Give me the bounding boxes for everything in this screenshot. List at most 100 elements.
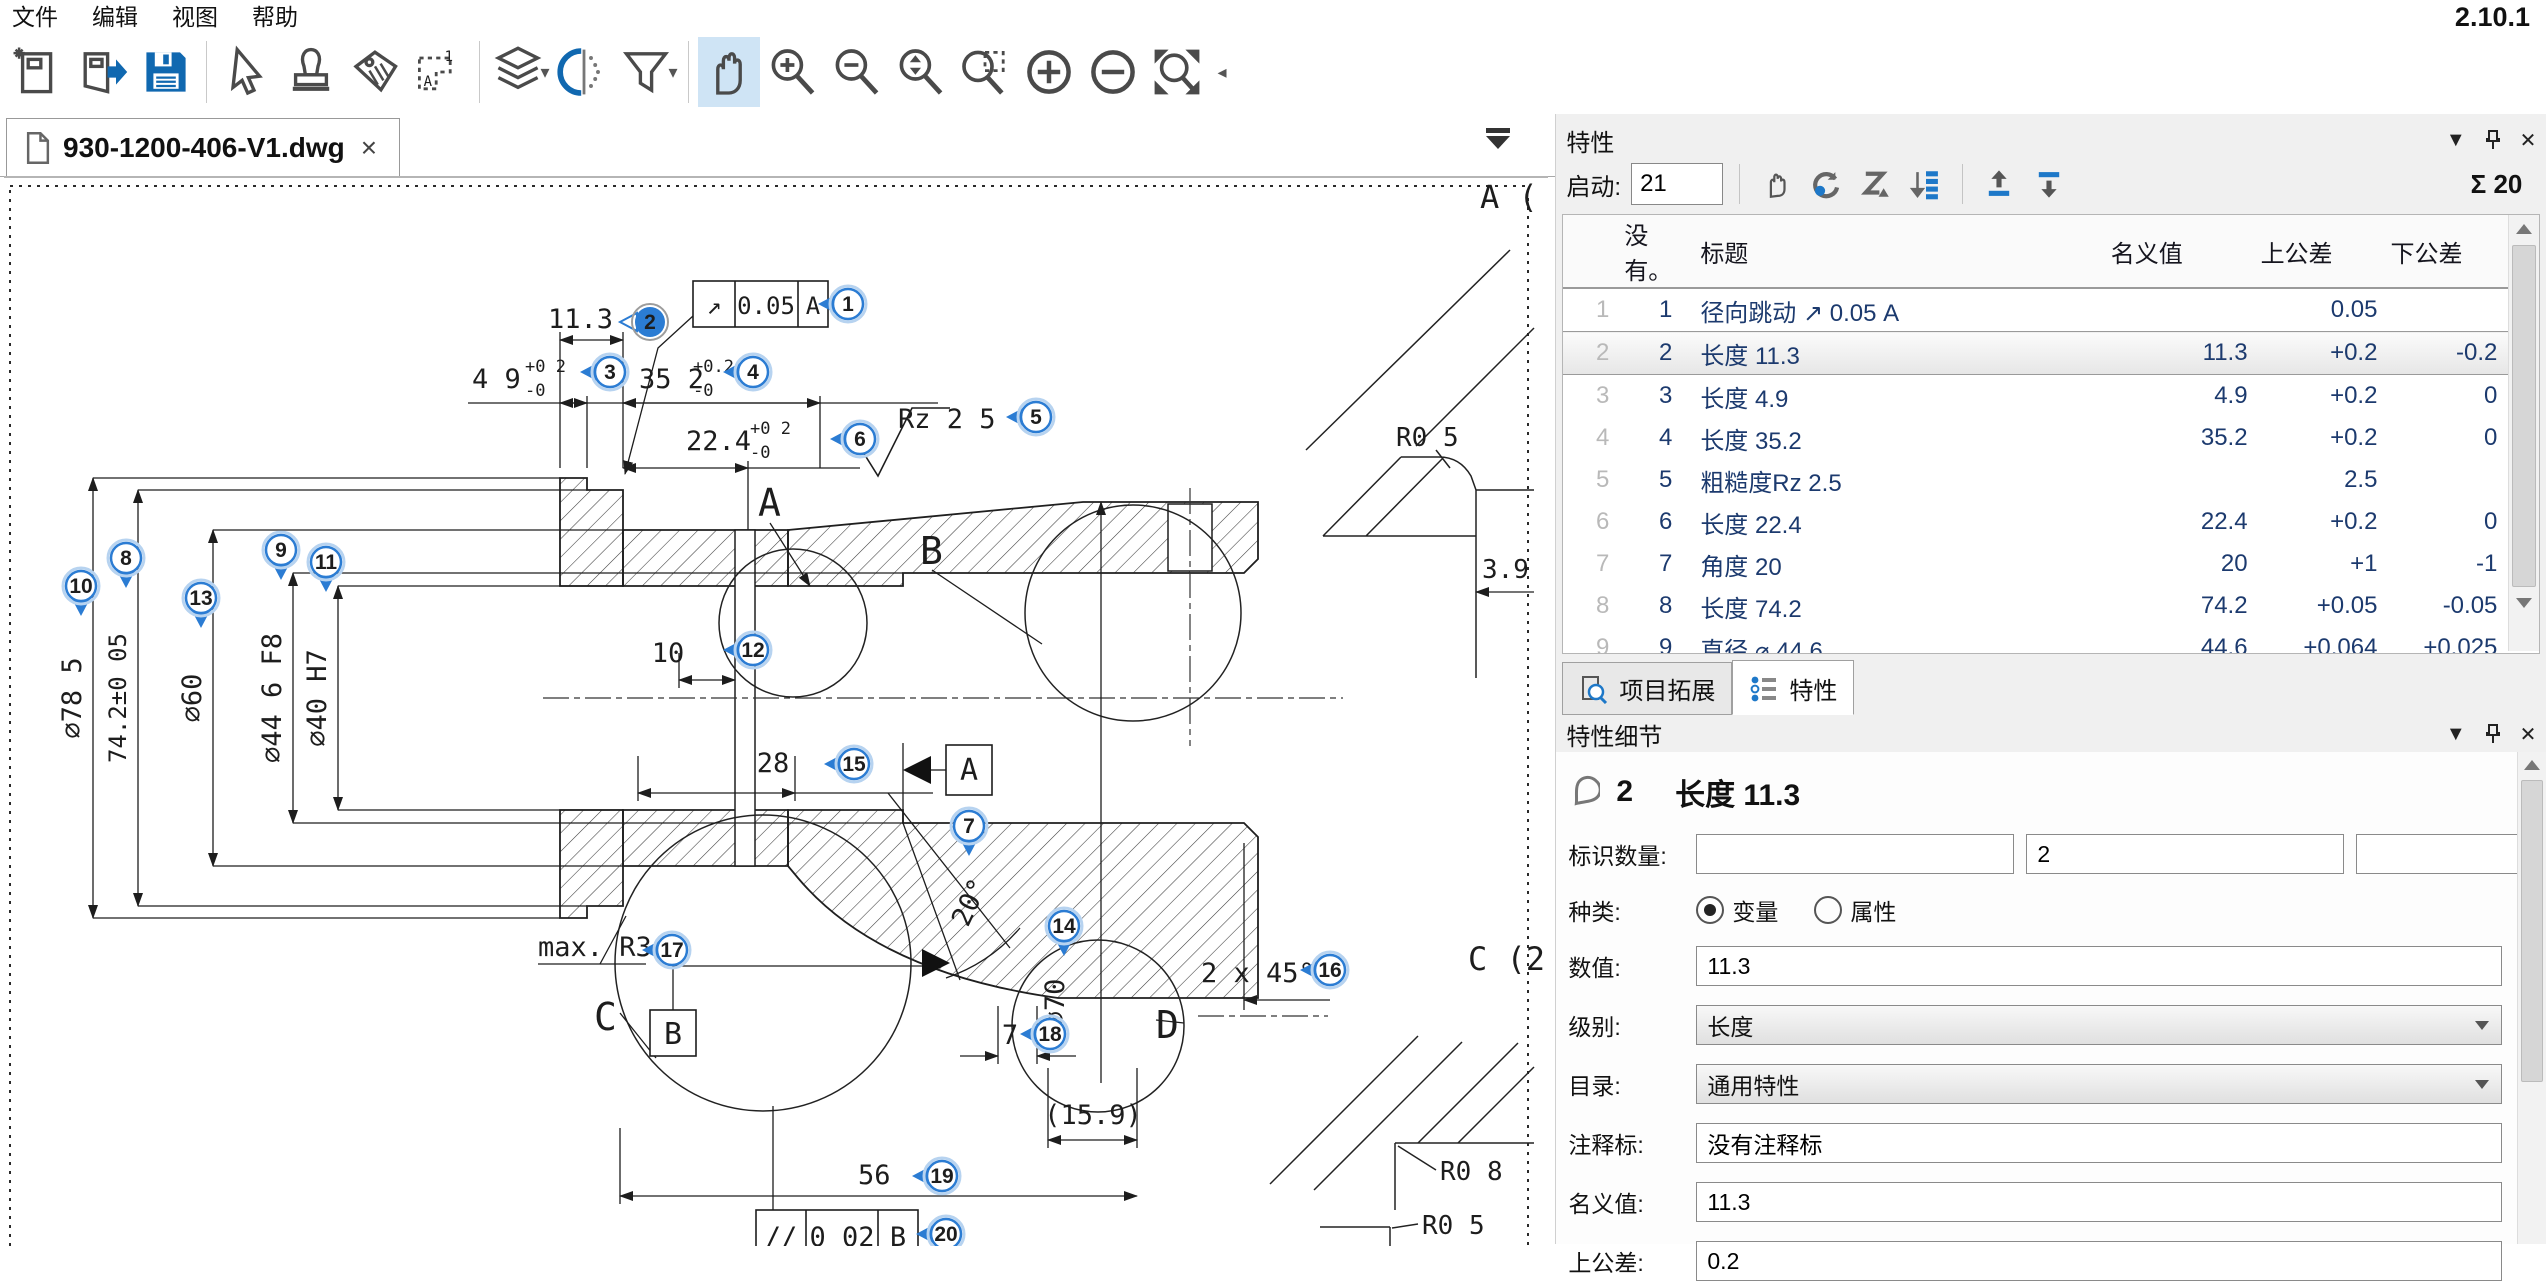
- zoom-fit-button[interactable]: [1146, 37, 1208, 107]
- balloon-11[interactable]: 11: [308, 544, 344, 592]
- tab-project-expand[interactable]: 项目拓展: [1562, 662, 1732, 715]
- sort-list-icon[interactable]: [1906, 164, 1946, 204]
- document-tab[interactable]: 930-1200-406-V1.dwg ×: [6, 118, 400, 176]
- document-tab-title: 930-1200-406-V1.dwg: [63, 132, 345, 164]
- menubar: 文件 编辑 视图 帮助 2.10.1: [0, 0, 2546, 30]
- svg-text:1: 1: [445, 49, 453, 65]
- balloon-15[interactable]: 15: [824, 746, 872, 782]
- scroll-up-icon[interactable]: [2509, 215, 2539, 243]
- balloon-20[interactable]: 20: [916, 1216, 964, 1246]
- detail-view-c: [1270, 1036, 1534, 1246]
- cursor-icon: [233, 50, 260, 93]
- table-row[interactable]: 11径向跳动 ↗ 0.05 A0.05: [1563, 288, 2509, 332]
- id-count-input-2[interactable]: [2026, 834, 2344, 874]
- scroll-up-icon[interactable]: [2518, 752, 2546, 778]
- balloon-2-selected[interactable]: 2: [620, 304, 668, 340]
- table-row-selected[interactable]: 22长度 11.311.3+0.2-0.2: [1563, 332, 2509, 375]
- start-input[interactable]: [1631, 163, 1723, 205]
- move-bottom-icon[interactable]: [2029, 164, 2069, 204]
- filter-button[interactable]: ▾: [617, 37, 679, 107]
- table-row[interactable]: 44长度 35.235.2+0.20: [1563, 417, 2509, 459]
- balloon-5[interactable]: 5: [1006, 399, 1054, 435]
- zoom-out-button[interactable]: [826, 37, 888, 107]
- balloon-19[interactable]: 19: [912, 1158, 960, 1194]
- id-count-input-1[interactable]: [1696, 834, 2014, 874]
- rotate-icon[interactable]: [1806, 164, 1846, 204]
- table-row[interactable]: 66长度 22.422.4+0.20: [1563, 501, 2509, 543]
- panel-dropdown-icon[interactable]: ▼: [2446, 723, 2466, 746]
- open-document-button[interactable]: [71, 37, 133, 107]
- view-label-a: A: [758, 481, 781, 525]
- datum-b-label: B: [664, 1017, 682, 1052]
- menu-help[interactable]: 帮助: [252, 0, 298, 32]
- tab-properties[interactable]: 特性: [1732, 660, 1854, 715]
- panel-dropdown-icon[interactable]: ▼: [2446, 129, 2466, 152]
- panel-tabs: 项目拓展 特性: [1562, 660, 2546, 715]
- svg-text:B: B: [890, 1222, 906, 1246]
- catalog-select[interactable]: 通用特性: [1696, 1064, 2502, 1104]
- table-row[interactable]: 33长度 4.94.9+0.20: [1563, 375, 2509, 418]
- select-button[interactable]: [216, 37, 278, 107]
- table-row[interactable]: 55粗糙度Rz 2.52.5: [1563, 459, 2509, 501]
- nominal-input[interactable]: [1696, 1182, 2502, 1222]
- note-input[interactable]: [1696, 1123, 2502, 1163]
- zoom-in-button[interactable]: [762, 37, 824, 107]
- tag-button[interactable]: [344, 37, 406, 107]
- pin-icon[interactable]: [2484, 723, 2502, 745]
- radio-attribute[interactable]: [1814, 896, 1842, 924]
- table-row[interactable]: 88长度 74.274.2+0.05-0.05: [1563, 585, 2509, 627]
- svg-text:19: 19: [930, 1165, 953, 1188]
- detail-item-title: 长度 11.3: [1675, 770, 1800, 814]
- svg-text:A: A: [806, 292, 821, 320]
- balloon-marker-icon: [1572, 775, 1600, 809]
- drawing-canvas[interactable]: 11.3 4 9 +0 2 -0 35 2 +0.2 -0 22.4 +0 2 …: [4, 176, 1548, 1246]
- level-select[interactable]: 长度: [1696, 1005, 2502, 1045]
- svg-text:11: 11: [315, 551, 338, 574]
- table-row[interactable]: 77角度 2020+1-1: [1563, 543, 2509, 585]
- main-toolbar: 1A ▾ ▾ ◂: [0, 30, 2546, 114]
- pick-hand-icon[interactable]: [1756, 164, 1796, 204]
- move-top-icon[interactable]: [1979, 164, 2019, 204]
- new-document-button[interactable]: [7, 37, 69, 107]
- marquee-select-button[interactable]: 1A: [408, 37, 470, 107]
- menu-view[interactable]: 视图: [172, 0, 218, 32]
- pin-icon[interactable]: [2484, 129, 2502, 151]
- hand-icon: [718, 54, 740, 93]
- layers-button[interactable]: ▾: [489, 37, 551, 107]
- svg-text:-0: -0: [750, 443, 770, 463]
- decrease-button[interactable]: [1082, 37, 1144, 107]
- menu-edit[interactable]: 编辑: [92, 0, 138, 32]
- zoom-window-button[interactable]: [954, 37, 1016, 107]
- value-input[interactable]: [1696, 946, 2502, 986]
- zoom-vertical-button[interactable]: [890, 37, 952, 107]
- radio-variable-checked[interactable]: [1696, 896, 1724, 924]
- z-order-icon[interactable]: [1856, 164, 1896, 204]
- scrollbar-thumb[interactable]: [2521, 780, 2543, 1082]
- increase-button[interactable]: [1018, 37, 1080, 107]
- layers-icon: [499, 48, 538, 87]
- table-scrollbar[interactable]: [2508, 215, 2539, 651]
- scrollbar-thumb[interactable]: [2512, 245, 2536, 587]
- menu-file[interactable]: 文件: [12, 0, 58, 32]
- upper-tolerance-input[interactable]: [1696, 1241, 2502, 1281]
- detail-item-no: 2: [1616, 775, 1633, 809]
- balloon-3[interactable]: 3: [580, 354, 628, 390]
- panel-close-icon[interactable]: ✕: [2520, 128, 2537, 153]
- panel-close-icon[interactable]: ✕: [2520, 722, 2537, 747]
- tab-close-icon[interactable]: ×: [357, 132, 381, 164]
- tab-overflow-button[interactable]: [1481, 128, 1515, 158]
- save-button[interactable]: [135, 37, 197, 107]
- col-nominal: 名义值: [2110, 215, 2260, 288]
- toolbar-collapse-button[interactable]: ◂: [1210, 37, 1240, 107]
- mirror-split-button[interactable]: [553, 37, 615, 107]
- open-document-icon: [85, 54, 107, 92]
- details-scrollbar[interactable]: [2517, 752, 2546, 1244]
- table-row[interactable]: 99直径 ⌀ 44.644.6+0.064+0.025: [1563, 627, 2509, 654]
- stamp-button[interactable]: [280, 37, 342, 107]
- balloon-18[interactable]: 18: [1020, 1016, 1068, 1052]
- pan-button[interactable]: [698, 37, 760, 107]
- balloon-6[interactable]: 6: [830, 421, 878, 457]
- svg-text:0 02: 0 02: [809, 1222, 874, 1246]
- dim-15-9: (15.9): [1044, 1100, 1142, 1131]
- scroll-down-icon[interactable]: [2509, 589, 2539, 617]
